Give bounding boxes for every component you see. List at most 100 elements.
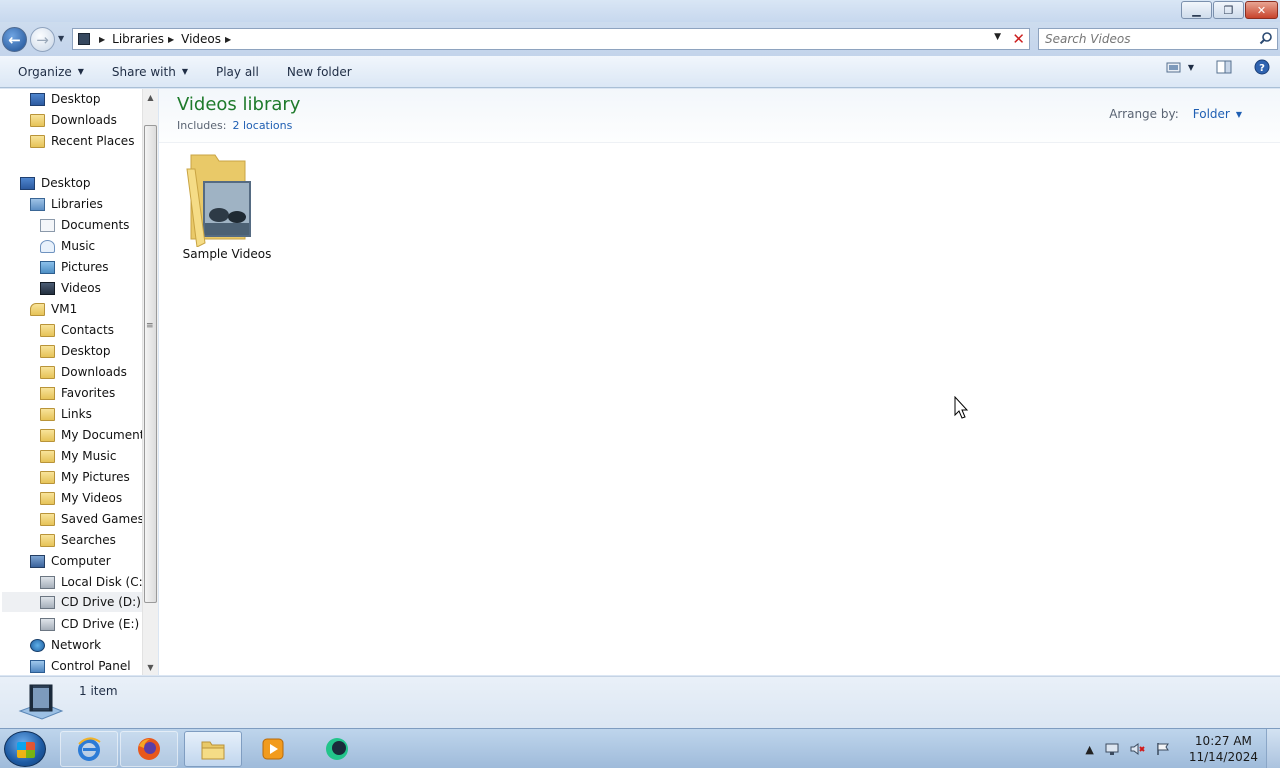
nav-links[interactable]: Links — [40, 404, 92, 424]
taskbar-app[interactable] — [308, 731, 366, 767]
chevron-down-icon[interactable]: ▼ — [1188, 63, 1194, 72]
nav-cd-drive-e[interactable]: CD Drive (E:) — [40, 614, 139, 634]
nav-user-desktop[interactable]: Desktop — [40, 341, 111, 361]
change-view-button[interactable]: ▼ — [1166, 61, 1194, 74]
nav-pictures[interactable]: Pictures — [40, 257, 109, 277]
nav-music[interactable]: Music — [40, 236, 95, 256]
taskbar: ▲ 10:27 AM 11/14/2024 — [0, 728, 1280, 768]
minimize-icon: ▁ — [1192, 3, 1201, 17]
nav-my-music[interactable]: My Music — [40, 446, 116, 466]
nav-favorites[interactable]: Favorites — [40, 383, 115, 403]
clock[interactable]: 10:27 AM 11/14/2024 — [1189, 733, 1258, 765]
desktop-icon — [20, 176, 35, 190]
stop-icon[interactable]: ✕ — [1012, 30, 1025, 48]
help-button[interactable]: ? — [1254, 59, 1270, 75]
search-input[interactable] — [1039, 29, 1249, 49]
breadcrumb-videos[interactable]: Videos — [181, 32, 221, 46]
show-desktop-button[interactable] — [1266, 729, 1280, 768]
taskbar-firefox[interactable] — [120, 731, 178, 767]
nav-cd-drive-d[interactable]: CD Drive (D:) — [2, 592, 142, 612]
nav-label: Control Panel — [51, 659, 131, 673]
taskbar-ie[interactable] — [60, 731, 118, 767]
nav-network[interactable]: Network — [30, 635, 101, 655]
action-center-flag-icon[interactable] — [1156, 742, 1170, 756]
nav-videos[interactable]: Videos — [40, 278, 101, 298]
nav-vm1[interactable]: VM1 — [30, 299, 77, 319]
address-row: ← → ▼ ▶ Libraries ▶ Videos ▶ ▼ ✕ — [0, 22, 1280, 56]
library-icon — [73, 29, 95, 49]
nav-label: Downloads — [51, 113, 117, 127]
nav-recent-places[interactable]: Recent Places — [30, 131, 134, 151]
content-area[interactable]: Videos library Includes: 2 locations Arra… — [159, 89, 1280, 675]
breadcrumb-libraries[interactable]: Libraries — [112, 32, 164, 46]
nav-searches[interactable]: Searches — [40, 530, 116, 550]
breadcrumb-separator-icon[interactable]: ▶ — [168, 35, 174, 44]
breadcrumb-separator-icon[interactable]: ▶ — [225, 35, 231, 44]
taskbar-media-player[interactable] — [244, 731, 302, 767]
details-pane: 1 item — [0, 676, 1280, 728]
share-with-button[interactable]: Share with ▼ — [98, 59, 202, 85]
scroll-down-icon[interactable]: ▼ — [143, 659, 158, 675]
nav-desktop-favorite[interactable]: Desktop — [30, 89, 101, 109]
start-button[interactable] — [4, 731, 46, 767]
explorer-icon — [201, 741, 225, 760]
breadcrumb-separator-icon[interactable]: ▶ — [99, 35, 105, 44]
nav-my-pictures[interactable]: My Pictures — [40, 467, 130, 487]
volume-muted-icon[interactable] — [1130, 742, 1146, 756]
control-panel-icon — [30, 659, 45, 673]
network-status-icon[interactable] — [1104, 742, 1120, 756]
system-tray: ▲ 10:27 AM 11/14/2024 — [1080, 729, 1280, 768]
nav-libraries[interactable]: Libraries — [30, 194, 103, 214]
show-hidden-icons-icon[interactable]: ▲ — [1085, 743, 1093, 756]
folder-name: Sample Videos — [182, 247, 272, 261]
nav-label: Recent Places — [51, 134, 135, 148]
play-all-button[interactable]: Play all — [202, 59, 273, 85]
video-folder-icon — [186, 154, 251, 247]
back-button[interactable]: ← — [2, 27, 27, 52]
maximize-button[interactable]: ❐ — [1213, 1, 1244, 19]
close-button[interactable]: ✕ — [1245, 1, 1278, 19]
item-count: 1 item — [79, 684, 118, 698]
folder-icon — [40, 323, 55, 337]
preview-pane-button[interactable] — [1216, 60, 1232, 74]
nav-label: CD Drive (E:) — [61, 617, 140, 631]
new-folder-button[interactable]: New folder — [273, 59, 366, 85]
locations-link[interactable]: 2 locations — [232, 119, 292, 132]
cd-drive-icon — [40, 617, 55, 631]
nav-local-disk-c[interactable]: Local Disk (C:) — [40, 572, 147, 592]
address-bar[interactable]: ▶ Libraries ▶ Videos ▶ ▼ ✕ — [72, 28, 1030, 50]
nav-label: Network — [51, 638, 102, 652]
scroll-thumb[interactable] — [144, 125, 157, 603]
address-history-dropdown[interactable]: ▼ — [994, 32, 1001, 42]
nav-contacts[interactable]: Contacts — [40, 320, 114, 340]
folder-tile[interactable]: Sample Videos — [181, 149, 273, 265]
folder-icon — [40, 344, 55, 358]
mouse-cursor-icon — [954, 396, 969, 419]
search-icon[interactable] — [1259, 31, 1273, 45]
pictures-icon — [40, 260, 55, 274]
taskbar-explorer[interactable] — [184, 731, 242, 767]
help-icon: ? — [1254, 59, 1270, 75]
nav-saved-games[interactable]: Saved Games — [40, 509, 144, 529]
nav-scrollbar[interactable]: ▲ ≡ ▼ — [142, 89, 158, 675]
forward-button[interactable]: → — [30, 27, 55, 52]
chevron-down-icon[interactable]: ▼ — [1236, 110, 1242, 119]
recent-pages-dropdown[interactable]: ▼ — [58, 34, 64, 43]
nav-desktop[interactable]: Desktop — [20, 173, 91, 193]
scroll-up-icon[interactable]: ▲ — [143, 89, 158, 105]
nav-my-documents[interactable]: My Documents — [40, 425, 151, 445]
nav-computer[interactable]: Computer — [30, 551, 111, 571]
forward-arrow-icon: → — [36, 30, 49, 49]
arrange-dropdown[interactable]: Folder — [1193, 107, 1230, 121]
nav-label: Links — [61, 407, 92, 421]
nav-control-panel[interactable]: Control Panel — [30, 656, 131, 675]
organize-button[interactable]: Organize ▼ — [0, 59, 98, 85]
minimize-button[interactable]: ▁ — [1181, 1, 1212, 19]
folder-icon — [40, 491, 55, 505]
folder-icon — [40, 470, 55, 484]
nav-user-downloads[interactable]: Downloads — [40, 362, 127, 382]
nav-documents[interactable]: Documents — [40, 215, 129, 235]
nav-my-videos[interactable]: My Videos — [40, 488, 122, 508]
desktop-icon — [30, 92, 45, 106]
nav-downloads-favorite[interactable]: Downloads — [30, 110, 117, 130]
